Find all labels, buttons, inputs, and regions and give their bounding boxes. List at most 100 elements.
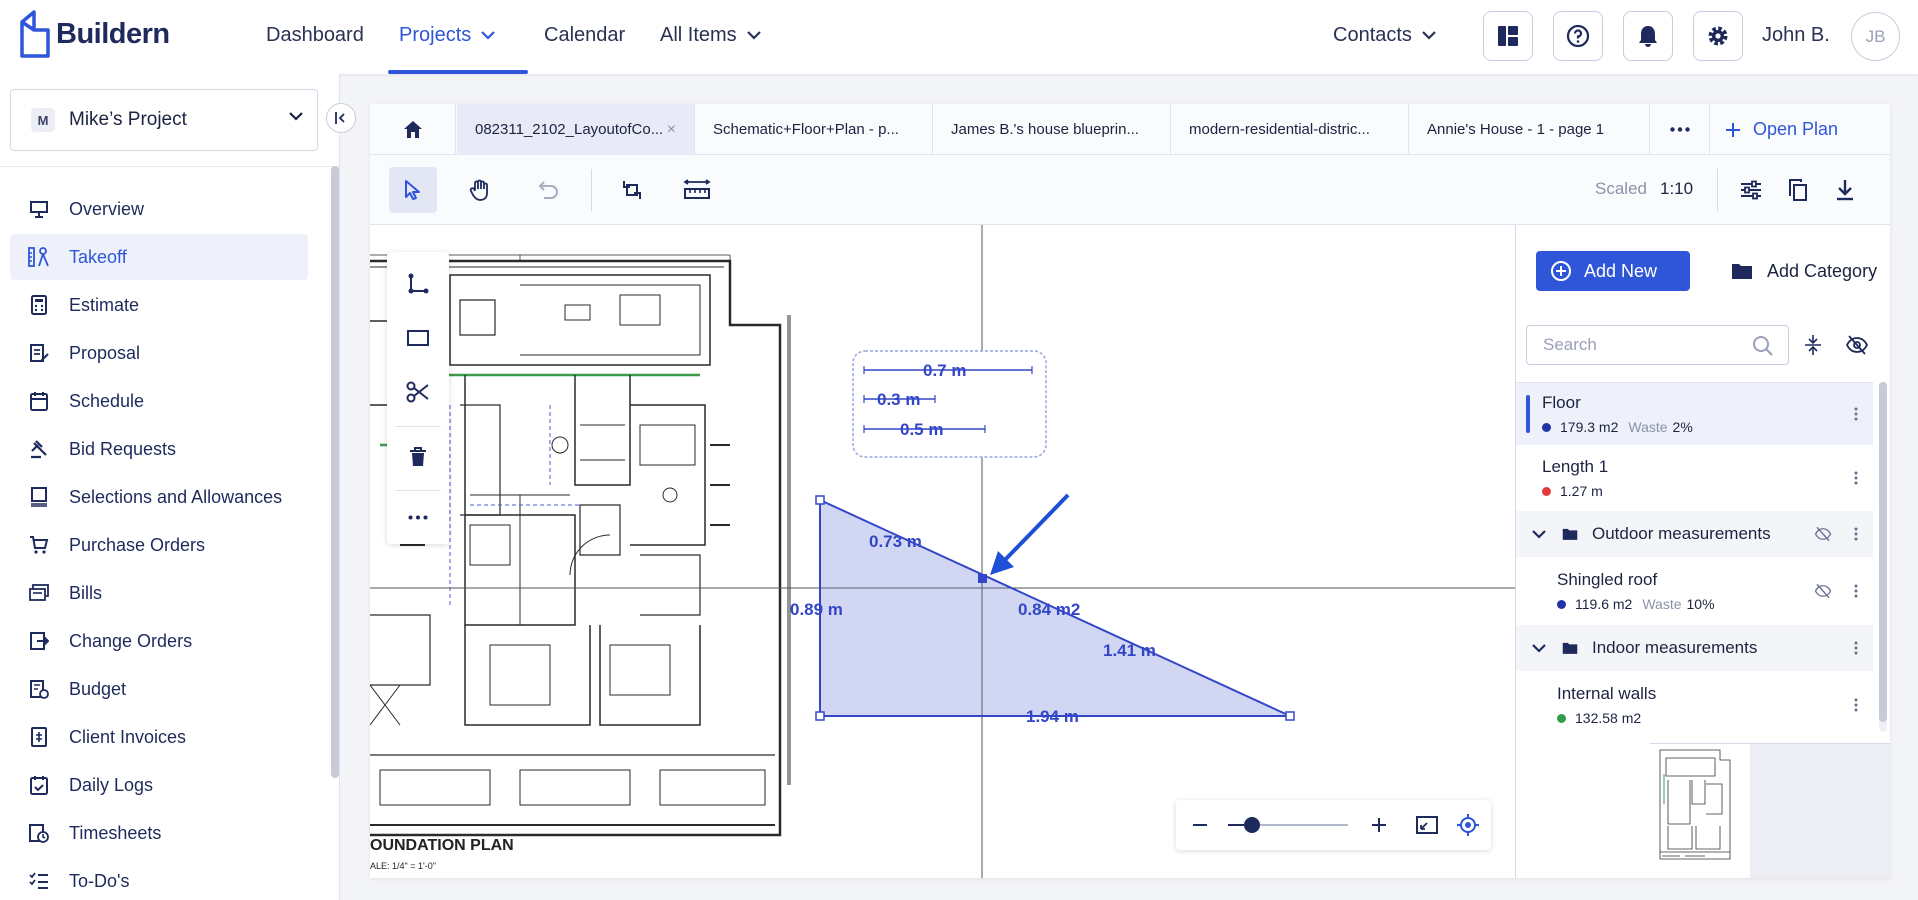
vertex-handle[interactable]: [815, 495, 825, 505]
sidebar-item-proposal[interactable]: Proposal: [10, 330, 308, 376]
tab-plan-1[interactable]: 082311_2102_LayoutofCo... ×: [457, 104, 695, 155]
scale-tool-button[interactable]: [673, 167, 721, 213]
kebab-menu-icon[interactable]: [1853, 582, 1859, 600]
list-item-shingled-roof[interactable]: Shingled roof 119.6 m2 Waste 10%: [1516, 557, 1873, 625]
sidebar-item-change-orders[interactable]: Change Orders: [10, 618, 308, 664]
locate-icon[interactable]: [1457, 814, 1479, 836]
sidebar-scrollbar[interactable]: [331, 166, 339, 778]
hide-all-button[interactable]: [1844, 332, 1870, 358]
zoom-out-icon[interactable]: [1192, 818, 1208, 832]
measurement-value: 1.27 m: [1560, 483, 1603, 499]
list-item-length[interactable]: Length 1 1.27 m: [1516, 445, 1873, 511]
vertex-handle[interactable]: [1285, 711, 1295, 721]
tab-plan-4[interactable]: modern-residential-distric...: [1171, 104, 1409, 155]
pan-tool-button[interactable]: [456, 167, 504, 213]
plan-minimap[interactable]: [1650, 743, 1890, 878]
list-scrollbar[interactable]: [1879, 382, 1887, 732]
top-bar: Buildern Dashboard Projects Calendar All…: [0, 0, 1918, 74]
download-button[interactable]: [1821, 167, 1869, 213]
filters-button[interactable]: [1727, 167, 1775, 213]
tab-plan-2[interactable]: Schematic+Floor+Plan - p...: [695, 104, 933, 155]
eye-off-icon[interactable]: [1813, 524, 1833, 544]
sidebar-item-client-invoices[interactable]: Client Invoices: [10, 714, 308, 760]
scale-value[interactable]: 1:10: [1660, 179, 1693, 199]
cut-tool-button[interactable]: [396, 370, 440, 414]
rotate-tool-button[interactable]: [608, 167, 656, 213]
sidebar-item-purchase-orders[interactable]: Purchase Orders: [10, 522, 308, 568]
more-tabs-button[interactable]: [1650, 104, 1710, 155]
blueprint-drawing[interactable]: 0.7 m 0.3 m 0.5 m 0.73 m 0.89 m 0.84 m2 …: [370, 225, 1515, 878]
toolbar-separator: [591, 169, 592, 211]
fit-screen-icon[interactable]: [1416, 815, 1438, 835]
project-selector[interactable]: M Mike’s Project: [10, 89, 318, 151]
zoom-slider[interactable]: [1226, 815, 1350, 835]
nav-calendar[interactable]: Calendar: [544, 24, 625, 47]
legend-dim-3: 0.5 m: [900, 420, 943, 439]
notifications-button[interactable]: [1623, 11, 1673, 61]
user-name[interactable]: John B.: [1762, 24, 1830, 47]
app-logo[interactable]: Buildern: [18, 8, 170, 60]
kebab-menu-icon[interactable]: [1853, 696, 1859, 714]
label-top-edge: 0.73 m: [869, 532, 922, 551]
zoom-in-icon[interactable]: [1370, 816, 1388, 834]
collapse-all-button[interactable]: [1800, 332, 1826, 358]
sidebar-item-timesheets[interactable]: Timesheets: [10, 810, 308, 856]
help-button[interactable]: [1553, 11, 1603, 61]
waste-label: Waste: [1642, 596, 1682, 612]
sidebar-item-takeoff[interactable]: Takeoff: [10, 234, 308, 280]
list-item-floor[interactable]: Floor 179.3 m2 Waste 2%: [1516, 383, 1873, 445]
select-tool-button[interactable]: [389, 167, 437, 213]
plan-tabs: 082311_2102_LayoutofCo... × Schematic+Fl…: [370, 104, 1890, 155]
copy-button[interactable]: [1774, 167, 1822, 213]
collapse-sidebar-button[interactable]: [326, 103, 356, 133]
kebab-menu-icon[interactable]: [1853, 469, 1859, 487]
add-new-button[interactable]: Add New: [1536, 251, 1690, 291]
settings-button[interactable]: [1693, 11, 1743, 61]
nav-all-items[interactable]: All Items: [660, 24, 761, 47]
kebab-menu-icon[interactable]: [1853, 405, 1859, 423]
category-indoor[interactable]: Indoor measurements: [1516, 625, 1873, 671]
open-plan-button[interactable]: Open Plan: [1725, 104, 1838, 155]
line-tool-button[interactable]: [396, 262, 440, 306]
rectangle-tool-button[interactable]: [396, 316, 440, 360]
chevron-down-icon: [481, 31, 496, 40]
sidebar-item-budget[interactable]: Budget: [10, 666, 308, 712]
list-scrollbar-thumb[interactable]: [1879, 382, 1887, 722]
avatar[interactable]: JB: [1851, 12, 1900, 61]
search-input[interactable]: [1543, 335, 1743, 355]
plan-canvas[interactable]: 0.7 m 0.3 m 0.5 m 0.73 m 0.89 m 0.84 m2 …: [370, 225, 1515, 878]
nav-contacts[interactable]: Contacts: [1333, 24, 1436, 47]
sidebar-item-estimate[interactable]: Estimate: [10, 282, 308, 328]
more-tools-button[interactable]: [396, 495, 440, 539]
nav-projects[interactable]: Projects: [399, 24, 496, 47]
sidebar-item-label: Timesheets: [69, 822, 162, 843]
sidebar-item-overview[interactable]: Overview: [10, 186, 308, 232]
search-field[interactable]: [1526, 325, 1789, 365]
sidebar-item-daily-logs[interactable]: Daily Logs: [10, 762, 308, 808]
home-tab[interactable]: [370, 104, 456, 155]
sidebar-item-bills[interactable]: Bills: [10, 570, 308, 616]
chevron-down-icon[interactable]: [1532, 529, 1546, 539]
tab-plan-5[interactable]: Annie's House - 1 - page 1: [1409, 104, 1650, 155]
sidebar-item-schedule[interactable]: Schedule: [10, 378, 308, 424]
measurement-value: 179.3 m2: [1560, 419, 1619, 435]
nav-dashboard[interactable]: Dashboard: [266, 24, 364, 47]
sidebar-item-bid-requests[interactable]: Bid Requests: [10, 426, 308, 472]
eye-off-icon[interactable]: [1813, 581, 1833, 601]
category-outdoor[interactable]: Outdoor measurements: [1516, 511, 1873, 557]
undo-button[interactable]: [525, 167, 573, 213]
sidebar-item-selections[interactable]: Selections and Allowances: [10, 474, 308, 520]
close-icon[interactable]: ×: [667, 121, 676, 139]
tab-plan-3[interactable]: James B.'s house blueprin...: [933, 104, 1171, 155]
kebab-menu-icon[interactable]: [1853, 525, 1859, 543]
vertex-handle[interactable]: [815, 711, 825, 721]
add-category-button[interactable]: Add Category: [1731, 251, 1877, 291]
midpoint-handle[interactable]: [978, 574, 987, 583]
zoom-slider-thumb[interactable]: [1244, 817, 1260, 833]
sidebar-item-todos[interactable]: To-Do's: [10, 858, 308, 900]
dashboard-layout-button[interactable]: [1483, 11, 1533, 61]
chevron-down-icon[interactable]: [1532, 643, 1546, 653]
kebab-menu-icon[interactable]: [1853, 639, 1859, 657]
list-item-internal-walls[interactable]: Internal walls 132.58 m2: [1516, 671, 1873, 732]
delete-tool-button[interactable]: [396, 435, 440, 479]
